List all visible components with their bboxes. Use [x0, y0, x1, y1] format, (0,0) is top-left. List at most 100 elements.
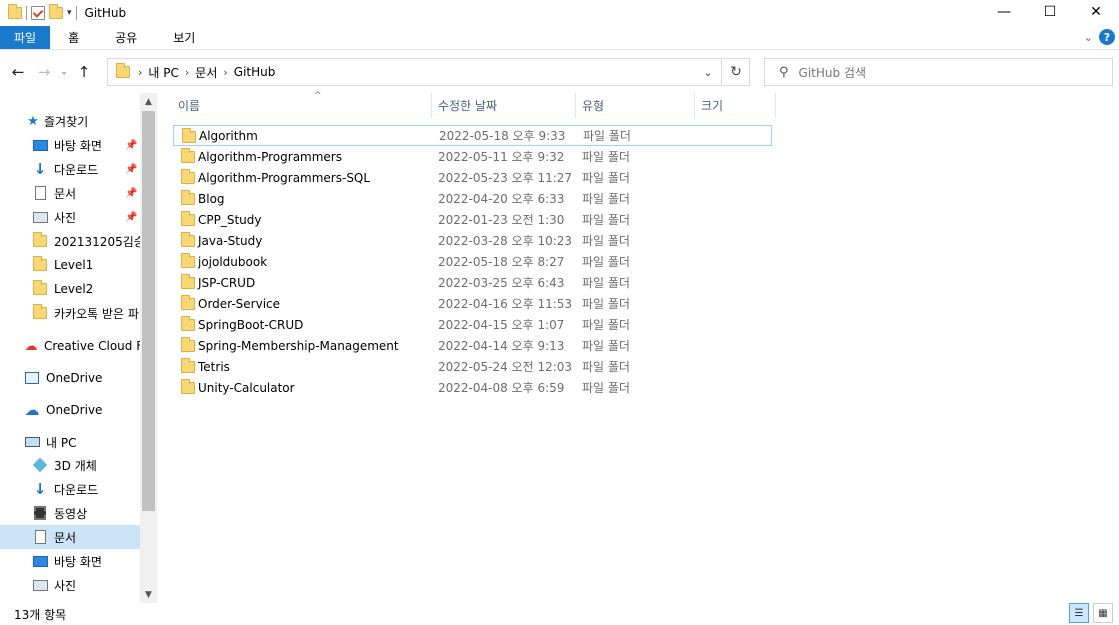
quick-access-toolbar: ▾ — [0, 4, 77, 20]
column-header-type[interactable]: 유형 — [576, 93, 695, 118]
tab-view[interactable]: 보기 — [155, 26, 213, 49]
status-bar: 13개 항목 ☰ ▦ — [0, 603, 1119, 625]
item-count: 13개 항목 — [14, 607, 67, 622]
pin-icon[interactable]: 📌 — [125, 140, 137, 151]
chevron-right-icon[interactable]: › — [223, 66, 227, 79]
sidebar-item-documents[interactable]: 문서 📌 — [32, 181, 140, 205]
sidebar-item-folder[interactable]: 202131205김승 — [32, 229, 145, 253]
desktop-icon — [32, 554, 48, 568]
sidebar-item-this-pc[interactable]: 내 PC — [24, 430, 76, 454]
sidebar-item-downloads-pc[interactable]: ↓ 다운로드 — [32, 477, 98, 501]
tab-file[interactable]: 파일 — [0, 26, 51, 49]
pin-icon[interactable]: 📌 — [125, 212, 137, 223]
forward-arrow-icon[interactable]: → — [31, 63, 57, 81]
file-row[interactable]: Algorithm 2022-05-18 오후 9:33 파일 폴더 — [173, 125, 772, 146]
chevron-right-icon[interactable]: › — [185, 66, 189, 79]
sidebar-item-documents-pc[interactable]: 문서 — [0, 525, 140, 549]
file-row[interactable]: JSP-CRUD 2022-03-25 오후 6:43 파일 폴더 — [173, 272, 772, 293]
tab-home[interactable]: 홈 — [50, 26, 97, 49]
sidebar-scrollbar[interactable]: ▲ ▼ — [140, 93, 157, 603]
search-input[interactable]: GitHub 검색 — [799, 64, 866, 81]
file-name: jojoldubook — [198, 254, 268, 269]
file-date: 2022-04-20 오후 6:33 — [438, 192, 565, 206]
sidebar-item-quick-access[interactable]: ★ 즐겨찾기 — [26, 109, 88, 133]
pin-icon[interactable]: 📌 — [125, 188, 137, 199]
desktop-icon — [32, 138, 48, 152]
file-row[interactable]: jojoldubook 2022-05-18 오후 8:27 파일 폴더 — [173, 251, 772, 272]
column-header-date[interactable]: 수정한 날짜 — [432, 93, 576, 118]
sidebar-item-onedrive-personal[interactable]: OneDrive — [24, 366, 102, 390]
breadcrumb-my-pc[interactable]: 내 PC — [148, 64, 178, 81]
file-row[interactable]: Blog 2022-04-20 오후 6:33 파일 폴더 — [173, 188, 772, 209]
refresh-button[interactable]: ↻ — [723, 58, 750, 86]
column-header-name[interactable]: 이름 ^ — [173, 91, 432, 118]
file-name: Algorithm-Programmers — [198, 149, 342, 164]
breadcrumb-github[interactable]: GitHub — [234, 65, 276, 79]
recent-locations-icon[interactable]: ⌄ — [57, 67, 71, 77]
file-row[interactable]: Algorithm-Programmers 2022-05-11 오후 9:32 파… — [173, 146, 772, 167]
sidebar-item-pictures[interactable]: 사진 📌 — [32, 205, 140, 229]
chevron-right-icon[interactable]: › — [138, 66, 142, 79]
file-row[interactable]: Order-Service 2022-04-16 오후 11:53 파일 폴더 — [173, 293, 772, 314]
file-row[interactable]: Algorithm-Programmers-SQL 2022-05-23 오후 1… — [173, 167, 772, 188]
refresh-icon: ↻ — [730, 64, 742, 80]
help-icon[interactable]: ? — [1099, 29, 1115, 45]
breadcrumb-documents[interactable]: 문서 — [195, 64, 217, 81]
minimize-button[interactable]: — — [981, 0, 1027, 24]
folder-icon — [181, 358, 195, 373]
column-header-size[interactable]: 크기 — [695, 93, 776, 118]
sidebar-item-pictures-pc[interactable]: 사진 — [32, 573, 76, 597]
sidebar-item-videos[interactable]: 동영상 — [32, 501, 87, 525]
file-row[interactable]: Java-Study 2022-03-28 오후 10:23 파일 폴더 — [173, 230, 772, 251]
search-box[interactable]: ⚲ GitHub 검색 — [764, 58, 1113, 86]
sidebar-item-kakaotalk[interactable]: 카카오톡 받은 파 — [32, 301, 139, 325]
properties-icon[interactable] — [31, 6, 45, 20]
file-date: 2022-05-18 오후 9:33 — [439, 129, 566, 143]
address-bar[interactable]: › 내 PC › 문서 › GitHub ⌄ — [107, 58, 722, 86]
scroll-up-icon[interactable]: ▲ — [140, 93, 157, 110]
up-arrow-icon[interactable]: ↑ — [71, 63, 97, 81]
download-icon: ↓ — [33, 160, 47, 178]
file-row[interactable]: Spring-Membership-Management 2022-04-14 오… — [173, 335, 772, 356]
close-button[interactable]: ✕ — [1073, 0, 1119, 24]
sidebar-item-downloads[interactable]: ↓ 다운로드 📌 — [32, 157, 140, 181]
title-bar: ▾ GitHub — ☐ ✕ — [0, 0, 1119, 26]
file-name: SpringBoot-CRUD — [198, 317, 304, 332]
folder-icon — [181, 232, 195, 247]
large-icons-view-icon[interactable]: ▦ — [1093, 603, 1113, 623]
sidebar-item-desktop[interactable]: 바탕 화면 📌 — [32, 133, 140, 157]
folder-icon — [181, 379, 195, 394]
sidebar-item-desktop-pc[interactable]: 바탕 화면 — [32, 549, 102, 573]
pin-icon[interactable]: 📌 — [125, 164, 137, 175]
sidebar-item-level1[interactable]: Level1 — [32, 253, 93, 277]
column-header-label: 크기 — [701, 99, 724, 113]
file-row[interactable]: Tetris 2022-05-24 오전 12:03 파일 폴더 — [173, 356, 772, 377]
back-arrow-icon[interactable]: ← — [5, 63, 31, 81]
file-date: 2022-04-08 오후 6:59 — [438, 381, 565, 395]
expand-ribbon-icon[interactable]: ⌄ — [1084, 31, 1093, 44]
sidebar-item-label: 3D 개체 — [54, 458, 97, 473]
file-row[interactable]: SpringBoot-CRUD 2022-04-15 오후 1:07 파일 폴더 — [173, 314, 772, 335]
new-folder-icon[interactable] — [49, 4, 63, 19]
sidebar-item-label: 즐겨찾기 — [44, 114, 89, 129]
sidebar-item-3d-objects[interactable]: 3D 개체 — [32, 453, 97, 477]
scroll-down-icon[interactable]: ▼ — [140, 586, 157, 603]
file-type: 파일 폴더 — [582, 360, 630, 374]
file-row[interactable]: CPP_Study 2022-01-23 오전 1:30 파일 폴더 — [173, 209, 772, 230]
sidebar-item-creative-cloud[interactable]: ☁ Creative Cloud Fil — [24, 334, 149, 358]
file-row[interactable]: Unity-Calculator 2022-04-08 오후 6:59 파일 폴더 — [173, 377, 772, 398]
details-view-icon[interactable]: ☰ — [1069, 603, 1089, 623]
folder-icon — [181, 274, 195, 289]
sidebar-item-onedrive[interactable]: ☁ OneDrive — [24, 398, 103, 422]
address-dropdown-icon[interactable]: ⌄ — [695, 59, 721, 85]
column-header-label: 유형 — [582, 99, 605, 113]
tab-share[interactable]: 공유 — [97, 26, 155, 49]
folder-icon — [181, 295, 195, 310]
column-header-label: 수정한 날짜 — [438, 99, 498, 113]
customize-toolbar-icon[interactable]: ▾ — [67, 8, 72, 18]
search-icon: ⚲ — [779, 64, 789, 80]
maximize-button[interactable]: ☐ — [1027, 0, 1073, 24]
sidebar-item-label: 202131205김승 — [54, 234, 145, 249]
scrollbar-thumb[interactable] — [142, 111, 155, 511]
sidebar-item-level2[interactable]: Level2 — [32, 277, 93, 301]
